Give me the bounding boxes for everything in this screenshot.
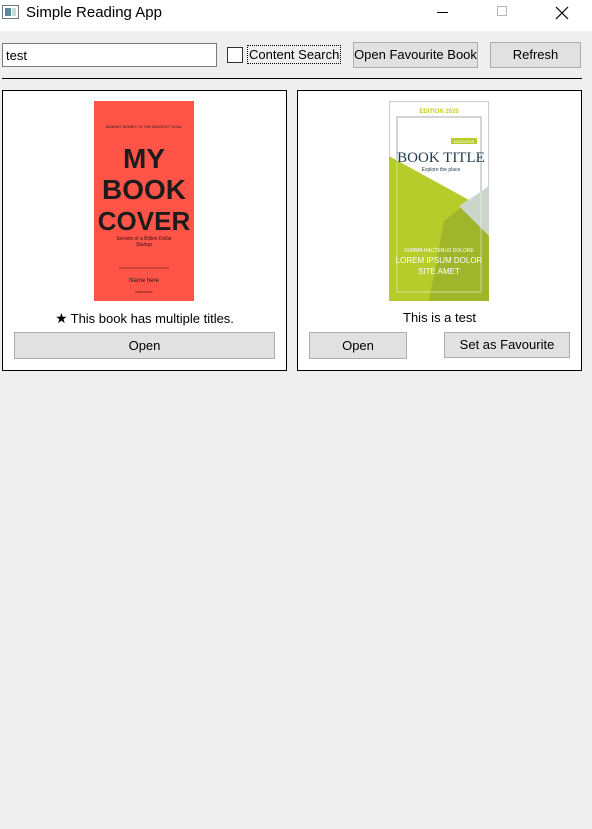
book-cover-image: MAKING MONEY IS THE BIGGEST GOAL MY BOOK… — [94, 101, 194, 301]
minimize-button[interactable] — [420, 0, 466, 28]
search-input[interactable] — [2, 43, 217, 67]
set-favourite-button[interactable]: Set as Favourite — [444, 332, 570, 358]
cover-title-line1: MY — [123, 143, 165, 174]
open-book-button[interactable]: Open — [14, 332, 275, 359]
book-card: EDITION 2020 MAGAZINE BOOK TITLE Explore… — [297, 90, 582, 371]
cover-badge: MAGAZINE — [454, 139, 475, 144]
cover-tagline: SUMMA HACTENUS DOLORE — [404, 248, 474, 254]
maximize-button[interactable] — [480, 0, 526, 28]
book-cover-image: EDITION 2020 MAGAZINE BOOK TITLE Explore… — [389, 101, 489, 301]
cover-author: Name here — [129, 278, 159, 284]
book-caption-text: This book has multiple titles. — [70, 311, 234, 326]
cover-lorem-line2: SITE AMET — [418, 267, 460, 276]
open-favourite-book-button[interactable]: Open Favourite Book — [353, 42, 478, 68]
book-card: MAKING MONEY IS THE BIGGEST GOAL MY BOOK… — [2, 90, 287, 371]
cover-bottom-line: PUBLISHER — [135, 290, 153, 294]
book-caption: This is a test — [403, 310, 476, 325]
open-book-button[interactable]: Open — [309, 332, 407, 359]
cover-top-line: MAKING MONEY IS THE BIGGEST GOAL — [106, 124, 183, 129]
content-search-checkbox[interactable] — [227, 47, 243, 63]
cover-title-line2: BOOK — [102, 174, 186, 205]
close-button[interactable] — [540, 0, 586, 28]
divider — [2, 78, 582, 79]
content-search-label[interactable]: Content Search — [247, 45, 342, 64]
title-bar: Simple Reading App — [0, 0, 592, 31]
app-icon — [2, 5, 19, 19]
star-icon: ★ — [55, 310, 68, 326]
cover-title: BOOK TITLE — [397, 150, 485, 166]
close-icon — [555, 6, 569, 20]
cover-subtitle: Explore the place — [422, 167, 461, 173]
cover-edition: EDITION 2020 — [419, 109, 459, 115]
cover-lorem-line1: LOREM IPSUM DOLOR — [396, 256, 483, 265]
book-caption: ★ This book has multiple titles. — [3, 310, 286, 327]
cover-subtitle: Secrets of a Billion Dollar Startup — [116, 236, 172, 248]
refresh-button[interactable]: Refresh — [490, 42, 581, 68]
cover-title-line3: COVER — [98, 206, 191, 236]
window-title: Simple Reading App — [26, 4, 162, 21]
